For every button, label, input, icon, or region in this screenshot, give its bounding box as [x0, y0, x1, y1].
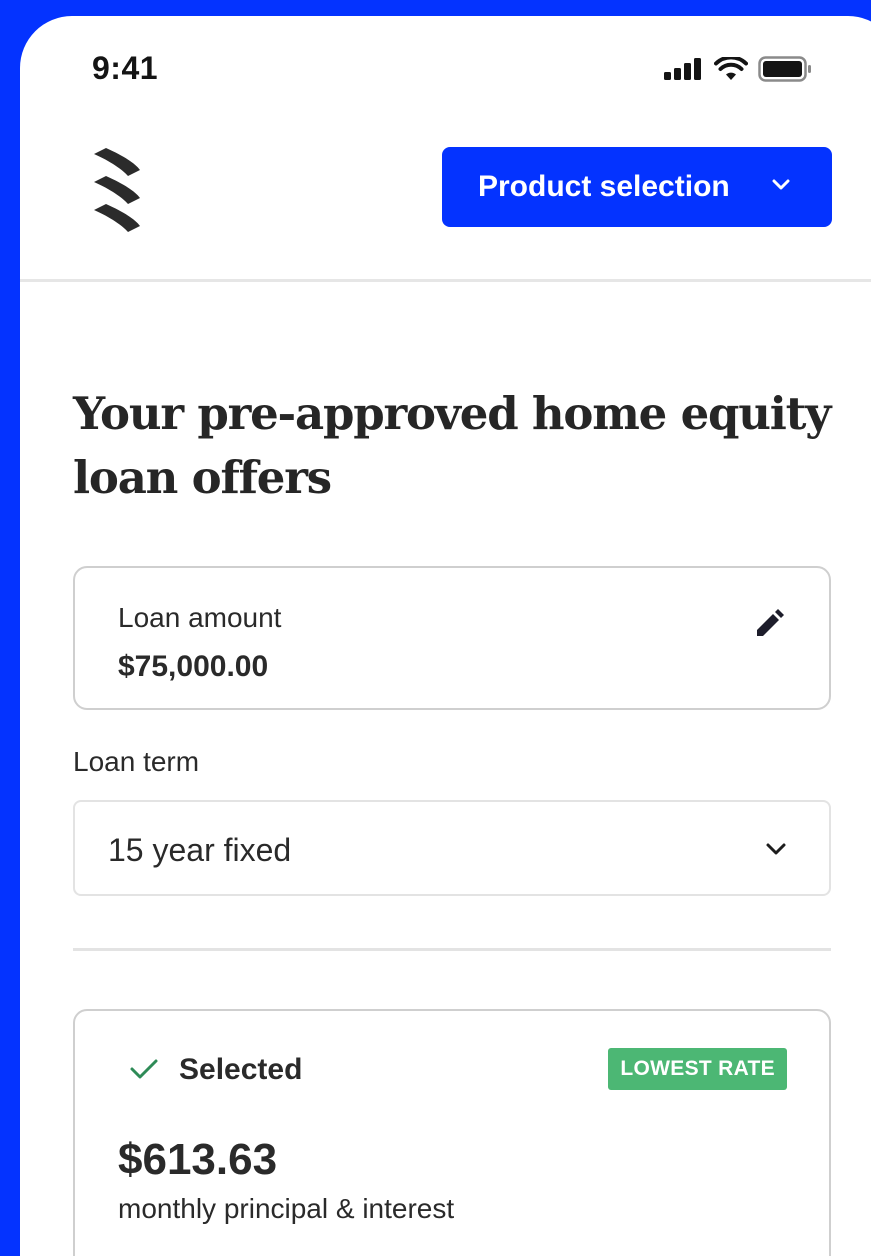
product-selection-label: Product selection [478, 170, 730, 203]
selected-status-label: Selected [179, 1053, 303, 1086]
section-divider [73, 948, 831, 951]
chevron-down-icon [772, 179, 790, 190]
page-title: Your pre-approved home equity loan offer… [73, 387, 831, 504]
cellular-signal-icon [664, 58, 701, 80]
lowest-rate-badge: LOWEST RATE [608, 1048, 787, 1090]
status-icons [664, 56, 812, 82]
battery-icon [758, 56, 811, 82]
loan-term-label: Loan term [73, 746, 200, 777]
loan-amount-value: $75,000.00 [118, 650, 269, 683]
phone-screen: 9:41 Product selection Your pre-approved… [20, 16, 871, 1256]
loan-amount-card[interactable]: Loan amount $75,000.00 [73, 566, 831, 710]
wifi-icon [714, 57, 748, 80]
pencil-edit-icon[interactable] [753, 608, 785, 640]
payment-description: monthly principal & interest [118, 1193, 455, 1224]
status-bar: 9:41 [20, 16, 871, 116]
loan-term-select[interactable]: 15 year fixed [73, 800, 831, 896]
app-header: Product selection [20, 116, 871, 282]
monthly-payment-amount: $613.63 [118, 1135, 278, 1184]
brand-logo [94, 148, 140, 232]
check-icon [130, 1059, 158, 1079]
loan-term-value: 15 year fixed [108, 832, 292, 868]
status-time: 9:41 [92, 50, 159, 86]
chevron-down-icon [766, 843, 786, 855]
product-selection-button[interactable]: Product selection [442, 147, 832, 227]
loan-amount-label: Loan amount [118, 602, 282, 633]
